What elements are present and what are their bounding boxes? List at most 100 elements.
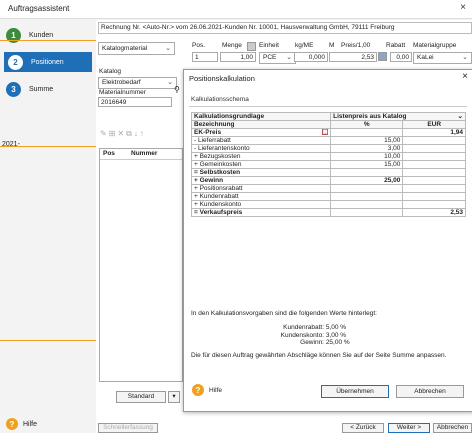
table-row: + Bezugskosten 10,00 (190, 152, 466, 161)
pos-header: Pos. (192, 42, 206, 49)
col-percent: % (330, 120, 404, 129)
cancel-button[interactable]: Abbrechen (433, 423, 472, 433)
katalog-value: Elektrobedarf (102, 79, 141, 86)
step-positionen[interactable]: 2 Positionen (4, 52, 92, 72)
chevron-down-icon: ⌄ (286, 54, 292, 61)
preset-label: Kundenskonto: (280, 331, 324, 339)
list-header: Pos Nummer (100, 149, 182, 160)
calculator-icon[interactable] (378, 52, 387, 61)
row-pct[interactable] (330, 168, 404, 177)
row-eur[interactable] (402, 184, 466, 193)
menge-field[interactable]: 1,00 (220, 52, 256, 62)
table-row: EK-Preis ▦ 1,94 (190, 128, 466, 137)
row-pct[interactable]: 25,00 (330, 176, 404, 185)
row-eur[interactable] (402, 192, 466, 201)
row-name: - Lieferantenskonto (190, 144, 332, 153)
grundlage-select[interactable]: Listenpreis aus Katalog ⌄ (330, 112, 466, 121)
table-row: + Positionsrabatt (190, 184, 466, 193)
standard-button[interactable]: Standard (116, 391, 166, 403)
materialnummer-field[interactable]: 2016649 (98, 97, 172, 107)
step-summe[interactable]: 3 Summe (6, 80, 92, 98)
row-name: + Kundenrabatt (190, 192, 332, 201)
dialog-cancel-button[interactable]: Abbrechen (396, 385, 464, 398)
search-icon[interactable]: ⚲ (174, 85, 180, 94)
katalog-select[interactable]: Elektrobedarf ⌄ (98, 77, 177, 89)
row-pct[interactable]: 15,00 (330, 136, 404, 145)
preis-header: Preis/1,00 (341, 42, 371, 49)
table-row: + Kundenrabatt (190, 192, 466, 201)
copy-icon[interactable]: ⧉ (126, 129, 132, 139)
pos-field[interactable]: 1 (192, 52, 218, 62)
catalog-type-select[interactable]: Katalogmaterial ⌄ (98, 42, 175, 55)
preset-row: Kundenskonto: 3,00 % (274, 332, 350, 340)
row-name: = Verkaufspreis (190, 208, 332, 217)
row-pct[interactable] (330, 128, 404, 137)
row-pct[interactable]: 15,00 (330, 160, 404, 169)
kg-field[interactable]: 0,000 (294, 52, 328, 62)
catalog-type-value: Katalogmaterial (102, 45, 148, 52)
close-icon[interactable]: × (460, 2, 466, 13)
window-title: Auftragsassistent (8, 4, 70, 13)
preset-value: 3,00 % (325, 331, 347, 339)
col-nummer: Nummer (131, 150, 158, 157)
row-eur[interactable] (402, 136, 466, 145)
help-icon: ? (6, 418, 18, 430)
next-button[interactable]: Weiter > (388, 423, 430, 433)
row-eur[interactable] (402, 168, 466, 177)
info-text: In den Kalkulationsvorgaben sind die fol… (191, 310, 377, 317)
preset-label: Gewinn: (300, 339, 324, 346)
table-row: + Gewinn 25,00 (190, 176, 466, 185)
row-pct[interactable] (330, 208, 404, 217)
title-bar: Auftragsassistent × (0, 0, 472, 19)
row-pct[interactable]: 10,00 (330, 152, 404, 161)
unit-picker-icon[interactable] (247, 42, 256, 51)
step-label: Summe (29, 85, 54, 93)
calculation-table: Kalkulationsgrundlage Listenpreis aus Ka… (190, 112, 466, 217)
chevron-down-icon: ⌄ (167, 79, 173, 86)
kg-header: kg/ME (295, 42, 314, 49)
rabatt-field[interactable]: 0,00 (390, 52, 412, 62)
row-name: = Selbstkosten (190, 168, 332, 177)
row-pct[interactable] (330, 200, 404, 209)
preis-field[interactable]: 2,53 (329, 52, 377, 62)
materialgruppe-header: Materialgruppe (413, 42, 457, 49)
preset-label: Kundenrabatt: (283, 324, 324, 331)
help-link[interactable]: ? Hilfe (6, 418, 37, 430)
preset-value: 5,00 % (325, 324, 347, 331)
row-eur[interactable]: 1,94 (402, 128, 466, 137)
move-down-icon[interactable]: ↓ (134, 129, 138, 139)
row-name: + Gemeinkosten (190, 160, 332, 169)
materialgruppe-select[interactable]: KaLei ⌄ (413, 52, 472, 64)
row-eur[interactable] (402, 144, 466, 153)
edit-icon[interactable]: ✎ (100, 129, 107, 139)
rabatt-header: Rabatt (386, 42, 406, 49)
row-name: - Lieferrabatt (190, 136, 332, 145)
row-eur[interactable] (402, 152, 466, 161)
back-button[interactable]: < Zurück (342, 423, 384, 433)
step-number: 2 (8, 54, 23, 70)
calculator-icon[interactable]: ▦ (322, 129, 329, 135)
schnellerfassung-button[interactable]: Schnellerfassung (98, 423, 158, 433)
row-eur[interactable] (402, 200, 466, 209)
katalog-label: Katalog (99, 68, 122, 75)
position-list[interactable]: Pos Nummer (99, 148, 183, 382)
insert-icon[interactable]: ⊞ (109, 129, 116, 139)
row-pct[interactable] (330, 184, 404, 193)
move-up-icon[interactable]: ↑ (140, 129, 144, 139)
step-navigation: 1 Kunden 2 Positionen 3 Summe 2021- (0, 20, 92, 433)
row-pct[interactable] (330, 192, 404, 201)
standard-dropdown-button[interactable]: ▾ (168, 391, 180, 403)
delete-icon[interactable]: ✕ (117, 129, 124, 139)
row-eur[interactable]: 2,53 (402, 208, 466, 217)
close-icon[interactable]: × (462, 71, 468, 82)
table-row: - Lieferantenskonto 3,00 (190, 144, 466, 153)
apply-button[interactable]: Übernehmen (321, 385, 389, 398)
step-kunden[interactable]: 1 Kunden (6, 26, 92, 44)
table-row: - Lieferrabatt 15,00 (190, 136, 466, 145)
step-number: 3 (6, 81, 21, 97)
row-eur[interactable] (402, 176, 466, 185)
einheit-select[interactable]: PCE ⌄ (259, 52, 296, 64)
dialog-help-link[interactable]: ? Hilfe (192, 384, 222, 396)
row-pct[interactable]: 3,00 (330, 144, 404, 153)
row-eur[interactable] (402, 160, 466, 169)
